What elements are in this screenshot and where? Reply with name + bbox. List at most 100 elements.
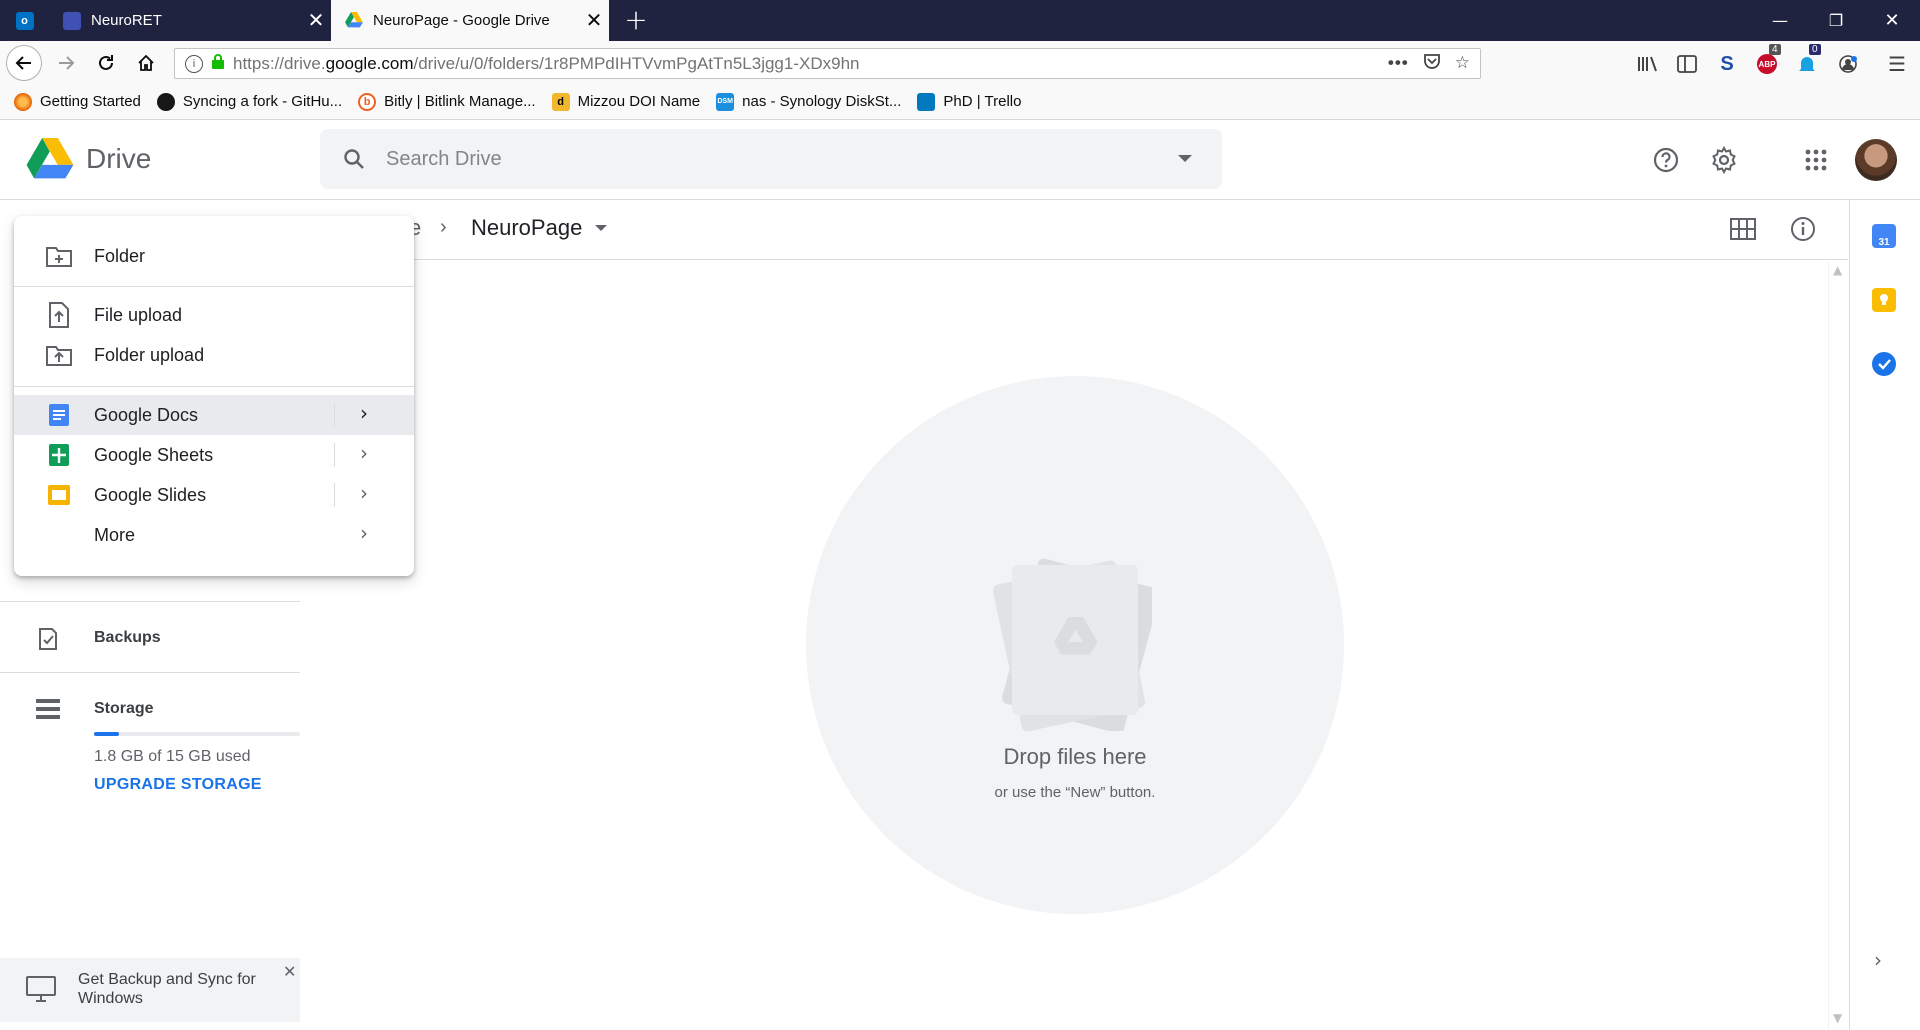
menu-vertical-divider (334, 403, 335, 427)
reload-button[interactable] (88, 45, 124, 81)
storage-used-text: 1.8 GB of 15 GB used (94, 748, 251, 765)
menu-item-label: Folder upload (94, 344, 205, 365)
tasks-icon[interactable] (1872, 352, 1896, 376)
browser-tab-strip: o NeuroRET ✕ NeuroPage - Google Drive ✕ … (0, 0, 1920, 41)
library-icon[interactable] (1636, 53, 1660, 75)
calendar-icon[interactable]: 31 (1872, 224, 1896, 248)
close-window-icon[interactable]: ✕ (1864, 0, 1920, 41)
sidebar-item-storage[interactable]: Storage (0, 689, 300, 729)
folder-upload-icon (46, 343, 72, 367)
keep-icon[interactable] (1872, 288, 1896, 312)
details-info-icon[interactable] (1790, 216, 1816, 247)
menu-item-more[interactable]: More › (14, 515, 414, 555)
menu-vertical-divider (334, 443, 335, 467)
pocket-icon[interactable] (1423, 53, 1441, 74)
google-sheets-icon (46, 443, 72, 467)
drive-logo[interactable]: Drive (26, 138, 151, 180)
help-icon[interactable] (1646, 140, 1686, 180)
new-menu: Folder File upload Folder upload Google … (14, 216, 414, 576)
search-box[interactable]: Search Drive (320, 129, 1222, 189)
expand-panel-chevron-icon[interactable]: › (1874, 948, 1882, 972)
drive-header: Drive Search Drive (0, 120, 1920, 200)
drive-files-illustration-icon (982, 551, 1160, 736)
submenu-chevron-right-icon[interactable]: › (360, 481, 368, 505)
breadcrumb-separator-icon: › (440, 216, 447, 238)
bookmark-bitly[interactable]: b Bitly | Bitlink Manage... (358, 92, 536, 111)
account-extension-icon[interactable] (1836, 53, 1860, 75)
search-icon[interactable] (342, 147, 366, 171)
doi-icon: d (551, 92, 570, 111)
page-actions-icon[interactable]: ••• (1388, 53, 1409, 74)
bitly-icon: b (358, 92, 377, 111)
adblock-count-badge: 4 (1769, 44, 1781, 55)
forward-button[interactable] (48, 45, 84, 81)
info-icon[interactable]: i (185, 54, 203, 73)
skype-extension-icon[interactable]: S (1715, 53, 1739, 75)
grid-view-icon[interactable] (1730, 218, 1756, 245)
file-upload-icon (46, 302, 72, 328)
bookmark-getting-started[interactable]: Getting Started (14, 92, 141, 111)
trello-icon (917, 92, 936, 111)
sidebar-divider (0, 601, 300, 602)
url-bar[interactable]: i https://drive.google.com/drive/u/0/fol… (174, 48, 1481, 79)
tab-neuroret[interactable]: NeuroRET ✕ (49, 0, 331, 41)
new-tab-button[interactable]: + (621, 5, 651, 35)
search-input[interactable]: Search Drive (386, 148, 502, 171)
account-avatar[interactable] (1855, 139, 1897, 181)
settings-gear-icon[interactable] (1704, 140, 1744, 180)
breadcrumb-current-folder[interactable]: NeuroPage (471, 215, 582, 241)
url-text: https://drive.google.com/drive/u/0/folde… (233, 53, 860, 73)
google-apps-icon[interactable] (1796, 140, 1836, 180)
sidebar-toggle-icon[interactable] (1675, 53, 1699, 75)
menu-item-folder[interactable]: Folder (14, 236, 414, 276)
submenu-chevron-right-icon[interactable]: › (360, 441, 368, 465)
notification-extension-icon[interactable]: 0 (1795, 44, 1821, 75)
menu-item-google-slides[interactable]: Google Slides › (14, 475, 414, 515)
bookmark-label: Bitly | Bitlink Manage... (384, 93, 536, 110)
restore-window-icon[interactable]: ❐ (1808, 0, 1864, 41)
bookmark-github-fork[interactable]: Syncing a fork - GitHu... (156, 92, 342, 111)
outlook-icon: o (15, 11, 34, 30)
menu-hamburger-icon[interactable]: ☰ (1885, 53, 1909, 76)
home-button[interactable] (128, 45, 164, 81)
menu-item-google-sheets[interactable]: Google Sheets › (14, 435, 414, 475)
drop-zone[interactable]: Drop files here or use the “New” button. (806, 376, 1344, 914)
scroll-down-icon[interactable]: ▼ (1833, 1011, 1842, 1025)
bookmark-synology[interactable]: DSM nas - Synology DiskSt... (716, 92, 902, 111)
sidebar-item-label: Backups (94, 629, 161, 646)
bookmark-mizzou-doi[interactable]: d Mizzou DOI Name (551, 92, 700, 111)
menu-item-label: Google Slides (94, 484, 207, 505)
google-slides-icon (46, 483, 72, 507)
search-options-icon[interactable] (1178, 155, 1192, 162)
pinned-tab-outlook[interactable]: o (0, 0, 49, 41)
menu-item-google-docs[interactable]: Google Docs › (14, 395, 414, 435)
menu-item-file-upload[interactable]: File upload (14, 295, 414, 335)
close-tab-icon[interactable]: ✕ (301, 8, 331, 33)
sidebar-item-backups[interactable]: Backups (0, 618, 300, 658)
minimize-window-icon[interactable]: — (1752, 0, 1808, 41)
upgrade-storage-link[interactable]: UPGRADE STORAGE (94, 776, 262, 794)
close-promo-icon[interactable]: ✕ (283, 962, 296, 982)
menu-item-folder-upload[interactable]: Folder upload (14, 335, 414, 375)
folder-options-chevron-down-icon[interactable] (595, 225, 607, 231)
menu-item-label: More (94, 524, 136, 545)
scroll-up-icon[interactable]: ▲ (1833, 263, 1842, 277)
storage-usage-bar (94, 732, 300, 736)
tab-google-drive[interactable]: NeuroPage - Google Drive ✕ (331, 0, 609, 41)
submenu-chevron-right-icon[interactable]: › (360, 521, 368, 545)
main-scrollbar[interactable]: ▲ ▼ (1828, 261, 1848, 1030)
bookmark-star-icon[interactable]: ☆ (1455, 53, 1470, 74)
tab-title: NeuroRET (91, 12, 162, 29)
backup-sync-promo[interactable]: Get Backup and Sync for Windows ✕ (0, 958, 300, 1022)
sidebar-divider (0, 672, 300, 673)
firefox-icon (14, 92, 32, 111)
submenu-chevron-right-icon[interactable]: › (360, 401, 368, 425)
bookmark-trello[interactable]: PhD | Trello (917, 92, 1021, 111)
adblock-extension-icon[interactable]: ABP 4 (1755, 44, 1781, 75)
menu-divider (14, 386, 414, 387)
drop-files-title: Drop files here (1003, 744, 1147, 769)
back-button[interactable] (6, 45, 42, 81)
close-tab-icon[interactable]: ✕ (579, 8, 609, 33)
bookmark-label: nas - Synology DiskSt... (742, 93, 902, 110)
drive-main-area[interactable]: Drop files here or use the “New” button. (300, 261, 1848, 1030)
